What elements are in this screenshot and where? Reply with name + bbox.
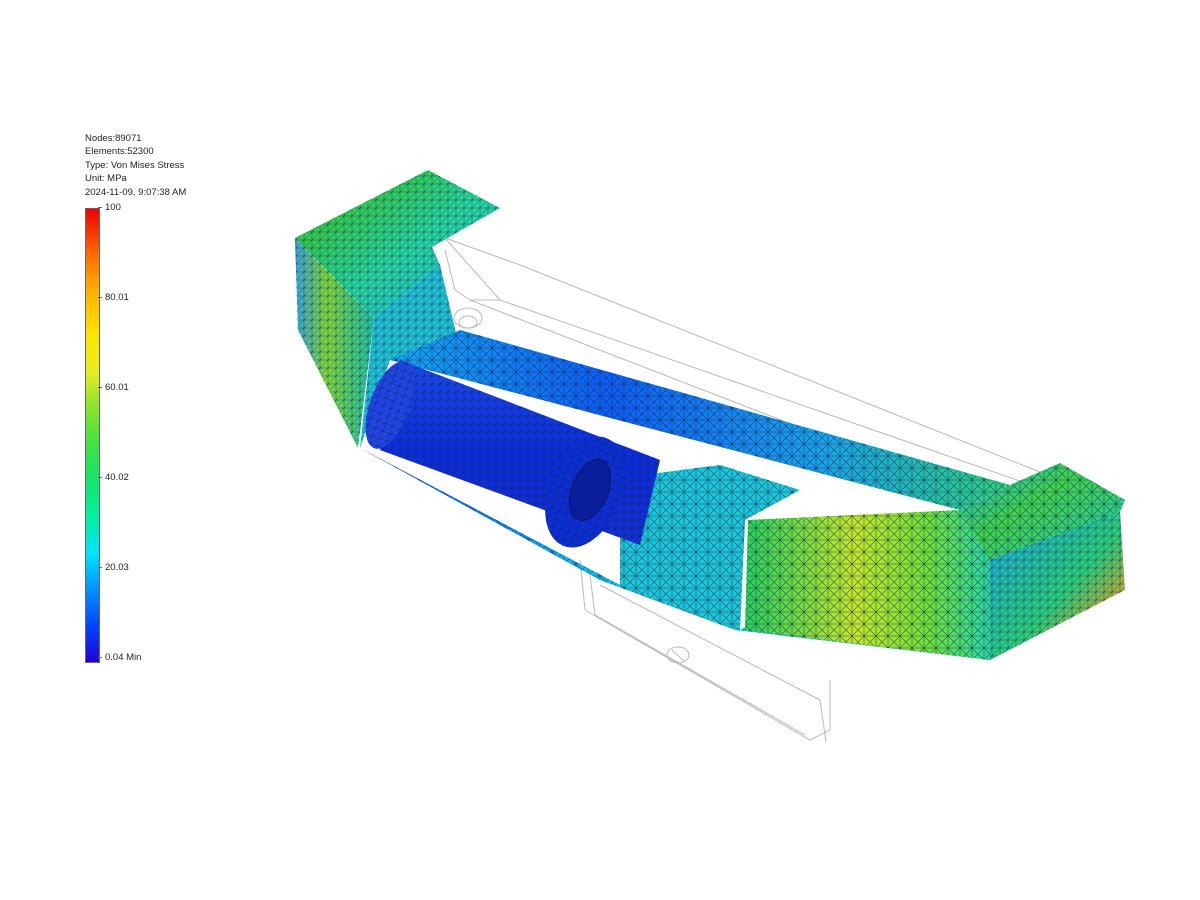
stress-result-viewport[interactable] bbox=[0, 0, 1200, 900]
